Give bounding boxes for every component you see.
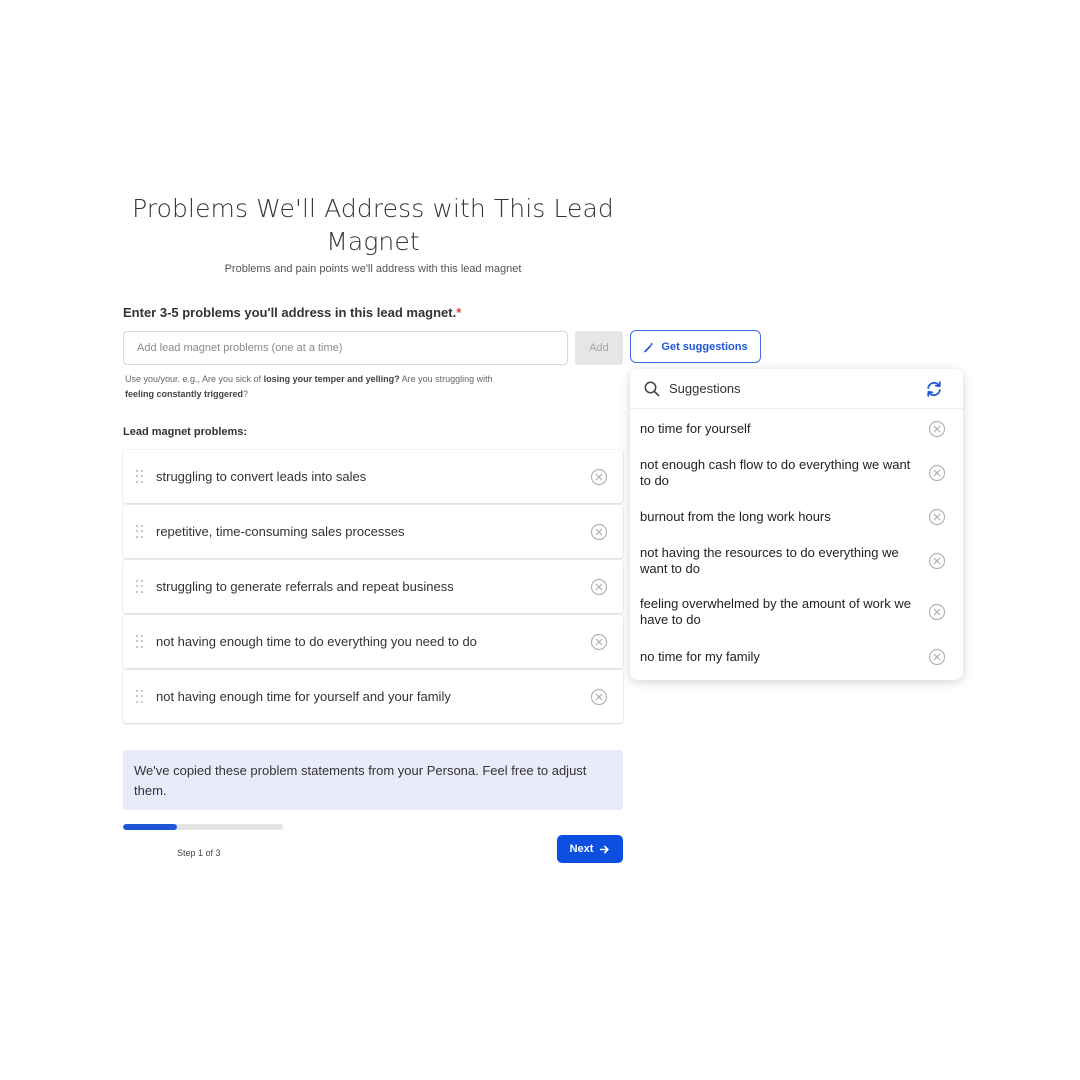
required-mark: * — [456, 305, 462, 320]
suggestions-panel: Suggestions no time for yourself not eno… — [630, 369, 963, 680]
problem-text: struggling to convert leads into sales — [156, 469, 367, 484]
helper-bold-1: losing your temper and yelling? — [263, 374, 400, 384]
suggestion-item[interactable]: not enough cash flow to do everything we… — [630, 449, 963, 497]
persona-copy-note: We've copied these problem statements fr… — [123, 750, 623, 810]
problem-list: struggling to convert leads into sales r… — [123, 450, 623, 725]
dismiss-suggestion-icon[interactable] — [928, 603, 946, 621]
dismiss-suggestion-icon[interactable] — [928, 552, 946, 570]
suggestion-text: not enough cash flow to do everything we… — [640, 457, 911, 488]
remove-problem-icon[interactable] — [590, 523, 608, 541]
helper-part-2: Are you struggling with — [399, 374, 493, 384]
helper-part-3: ? — [243, 389, 249, 399]
page-title: Problems We'll Address with This Lead Ma… — [132, 194, 614, 256]
suggestions-header: Suggestions — [630, 369, 963, 409]
refresh-icon[interactable] — [924, 379, 944, 399]
add-button[interactable]: Add — [575, 331, 623, 365]
helper-bold-2: feeling constantly triggered — [125, 389, 244, 399]
dismiss-suggestion-icon[interactable] — [928, 464, 946, 482]
problem-item[interactable]: struggling to convert leads into sales — [123, 450, 623, 503]
magic-wand-icon — [644, 341, 654, 352]
search-icon — [644, 381, 660, 396]
problem-text: struggling to generate referrals and rep… — [156, 579, 454, 594]
suggestion-text: no time for my family — [640, 649, 760, 664]
problems-list-label: Lead magnet problems: — [123, 426, 248, 438]
problem-input[interactable] — [123, 331, 568, 365]
dismiss-suggestion-icon[interactable] — [928, 508, 946, 526]
get-suggestions-button[interactable]: Get suggestions — [630, 330, 761, 363]
suggestion-item[interactable]: no time for my family — [630, 639, 963, 675]
suggestion-item[interactable]: no time for yourself — [630, 409, 963, 449]
suggestion-item[interactable]: burnout from the long work hours — [630, 497, 963, 537]
problem-text: not having enough time to do everything … — [156, 634, 477, 649]
remove-problem-icon[interactable] — [590, 578, 608, 596]
problem-text: repetitive, time-consuming sales process… — [156, 524, 405, 539]
arrow-right-icon — [600, 845, 610, 853]
dismiss-suggestion-icon[interactable] — [928, 420, 946, 438]
remove-problem-icon[interactable] — [590, 468, 608, 486]
step-indicator: Step 1 of 3 — [177, 848, 221, 858]
remove-problem-icon[interactable] — [590, 688, 608, 706]
problem-item[interactable]: not having enough time for yourself and … — [123, 670, 623, 723]
progress-fill — [123, 824, 178, 830]
page-subtitle: Problems and pain points we'll address w… — [224, 263, 522, 275]
next-button[interactable]: Next — [557, 835, 623, 863]
drag-handle-icon[interactable] — [136, 524, 144, 539]
suggestions-title: Suggestions — [669, 381, 741, 396]
drag-handle-icon[interactable] — [136, 634, 144, 649]
suggestion-text: no time for yourself — [640, 421, 751, 436]
problem-item[interactable]: repetitive, time-consuming sales process… — [123, 505, 623, 558]
drag-handle-icon[interactable] — [136, 469, 144, 484]
get-suggestions-label: Get suggestions — [661, 340, 748, 353]
problems-input-label: Enter 3-5 problems you'll address in thi… — [123, 305, 461, 320]
dismiss-suggestion-icon[interactable] — [928, 648, 946, 666]
problem-item[interactable]: struggling to generate referrals and rep… — [123, 560, 623, 613]
suggestion-text: feeling overwhelmed by the amount of wor… — [640, 596, 911, 627]
next-label: Next — [569, 843, 594, 855]
problem-item[interactable]: not having enough time to do everything … — [123, 615, 623, 668]
progress-bar — [123, 824, 283, 830]
suggestion-text: burnout from the long work hours — [640, 509, 831, 524]
helper-part-1: Use you/your. e.g., Are you sick of — [125, 374, 264, 384]
drag-handle-icon[interactable] — [136, 689, 144, 704]
remove-problem-icon[interactable] — [590, 633, 608, 651]
suggestion-text: not having the resources to do everythin… — [640, 545, 899, 576]
drag-handle-icon[interactable] — [136, 579, 144, 594]
suggestion-item[interactable]: feeling overwhelmed by the amount of wor… — [630, 585, 963, 639]
problem-text: not having enough time for yourself and … — [156, 689, 451, 704]
suggestion-item[interactable]: not having the resources to do everythin… — [630, 537, 963, 585]
input-helper-text: Use you/your. e.g., Are you sick of losi… — [125, 372, 565, 402]
problems-input-label-text: Enter 3-5 problems you'll address in thi… — [123, 305, 457, 320]
